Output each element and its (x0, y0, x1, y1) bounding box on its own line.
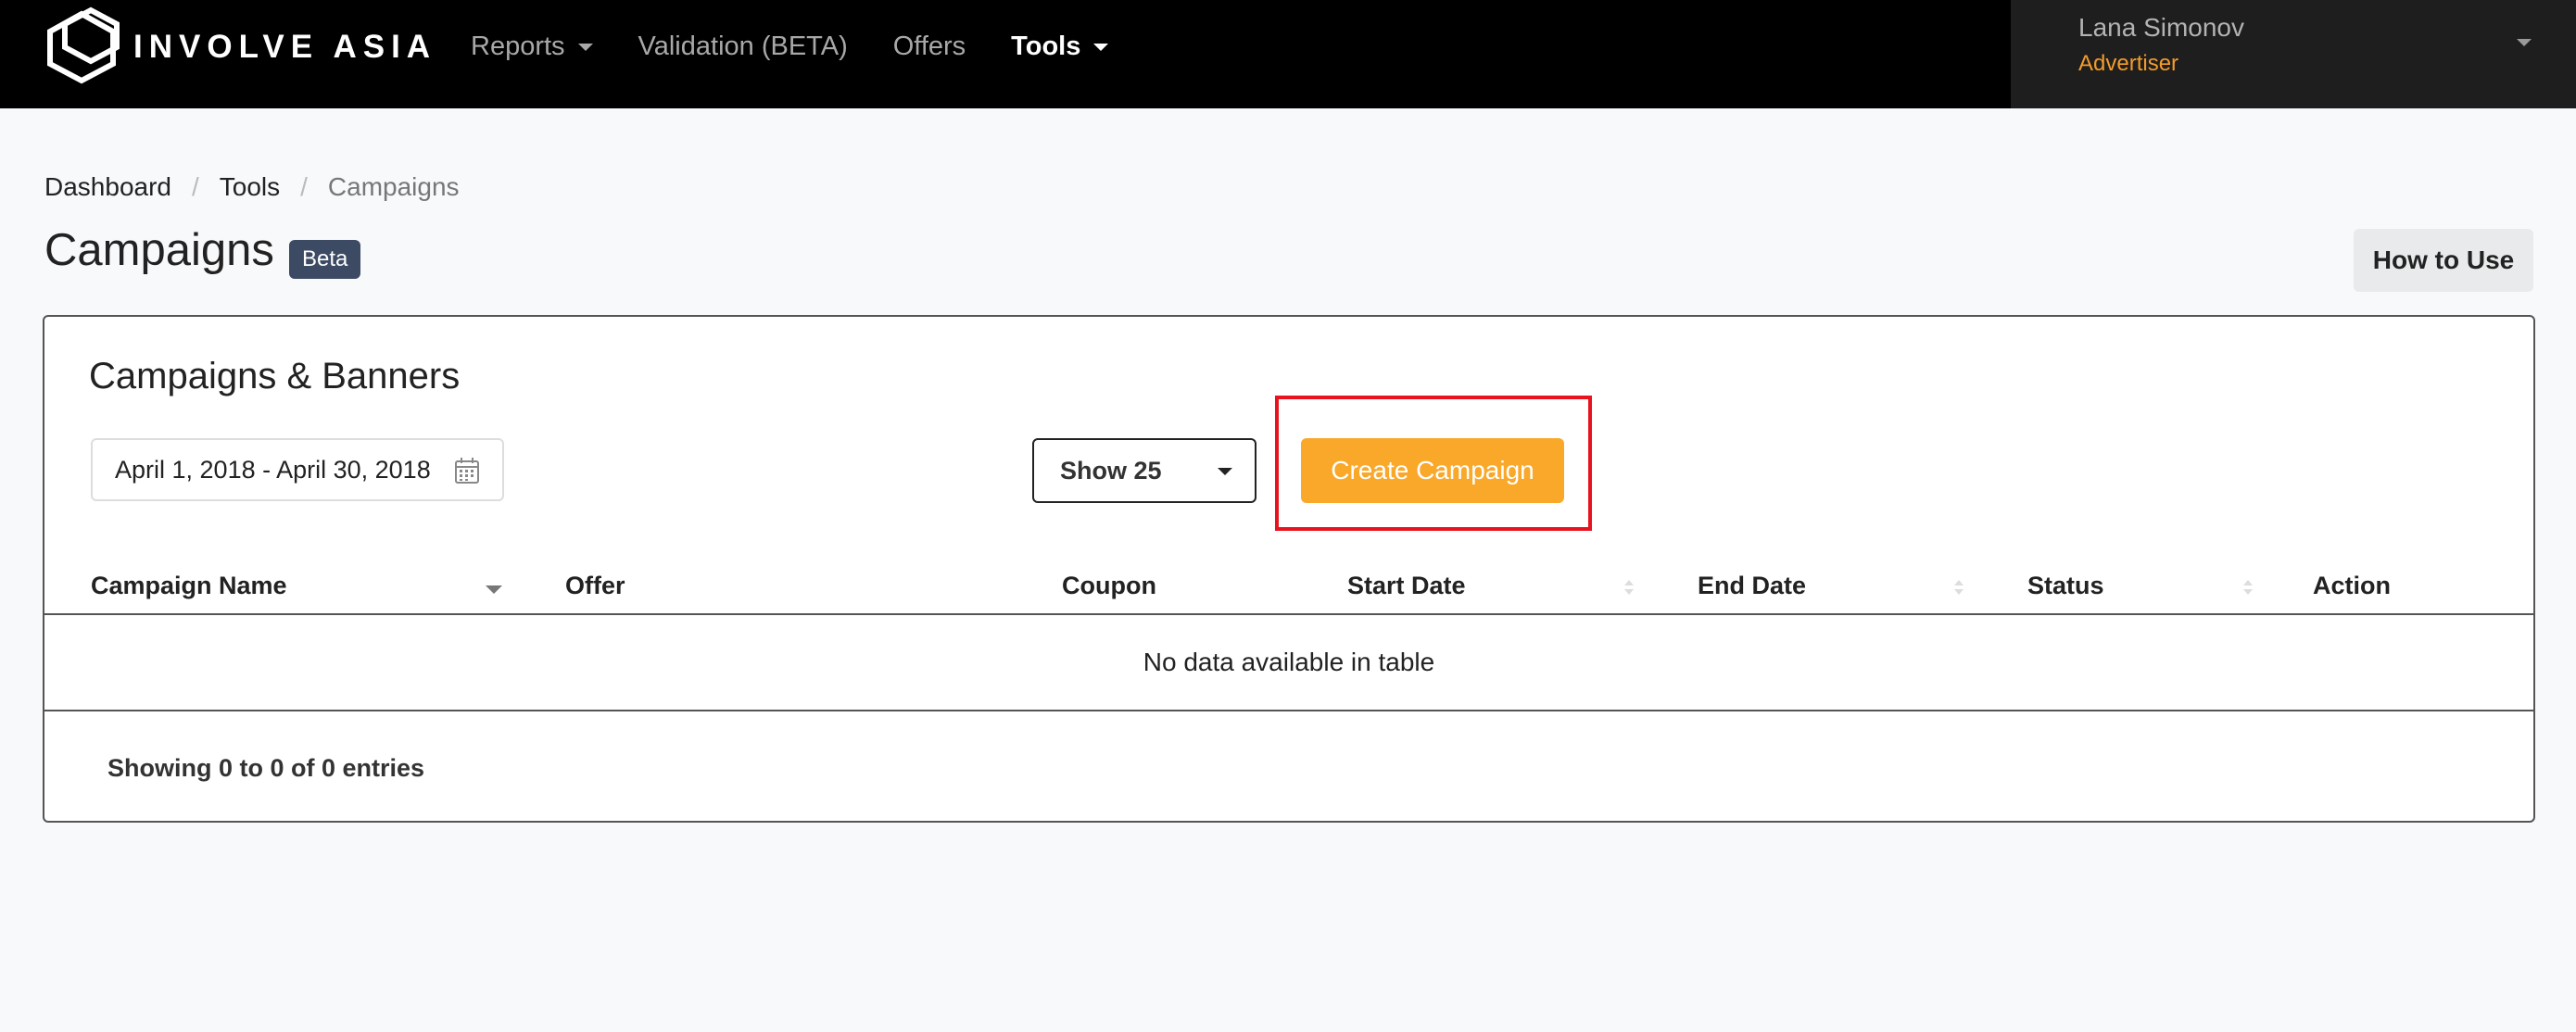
breadcrumb: Dashboard / Tools / Campaigns (44, 172, 460, 202)
page-title: Campaigns (44, 225, 274, 275)
highlight-box (1275, 396, 1592, 531)
user-name: Lana Simonov (2078, 13, 2245, 42)
nav-offers[interactable]: Offers (893, 31, 966, 62)
chevron-down-icon (577, 44, 593, 51)
chevron-down-icon (1093, 44, 1109, 51)
column-campaign-name[interactable]: Campaign Name (91, 558, 287, 613)
date-range-picker[interactable]: April 1, 2018 - April 30, 2018 (91, 438, 504, 501)
user-menu[interactable]: Lana Simonov Advertiser (2011, 0, 2576, 108)
nav-validation[interactable]: Validation (BETA) (638, 31, 848, 62)
breadcrumb-separator: / (300, 172, 308, 201)
brand-logo[interactable]: INVOLVE ASIA (43, 6, 437, 84)
table-info: Showing 0 to 0 of 0 entries (107, 754, 425, 782)
column-end-date[interactable]: End Date (1698, 558, 1806, 613)
card-title: Campaigns & Banners (89, 356, 461, 396)
top-navbar: INVOLVE ASIA Reports Validation (BETA) O… (0, 0, 2576, 108)
column-status[interactable]: Status (2027, 558, 2104, 613)
date-range-value: April 1, 2018 - April 30, 2018 (115, 455, 431, 484)
page-size-value: Show 25 (1060, 456, 1162, 485)
hexagon-cube-icon (47, 6, 120, 84)
breadcrumb-separator: / (191, 172, 199, 201)
nav-reports[interactable]: Reports (471, 31, 593, 62)
sort-desc-icon (486, 585, 502, 594)
sort-icon (1954, 580, 1964, 595)
table-empty-row: No data available in table (44, 615, 2533, 711)
sort-icon (2243, 580, 2253, 595)
breadcrumb-campaigns: Campaigns (327, 172, 460, 201)
brand-name: INVOLVE ASIA (133, 29, 437, 65)
nav-tools[interactable]: Tools (1011, 31, 1109, 62)
column-offer: Offer (565, 571, 625, 599)
beta-badge: Beta (289, 240, 361, 279)
column-coupon: Coupon (1062, 571, 1156, 599)
breadcrumb-tools[interactable]: Tools (220, 172, 280, 202)
sort-icon (1624, 580, 1634, 595)
main-nav: Reports Validation (BETA) Offers Tools (471, 26, 1154, 67)
calendar-icon (455, 458, 479, 484)
chevron-down-icon (2517, 39, 2532, 46)
column-start-date[interactable]: Start Date (1347, 558, 1466, 613)
campaigns-card: Campaigns & Banners April 1, 2018 - Apri… (43, 315, 2535, 823)
column-action: Action (2313, 571, 2391, 599)
page-size-select[interactable]: Show 25 (1032, 438, 1256, 503)
empty-message: No data available in table (1143, 648, 1435, 676)
breadcrumb-dashboard[interactable]: Dashboard (44, 172, 171, 202)
chevron-down-icon (1218, 468, 1232, 475)
how-to-use-button[interactable]: How to Use (2354, 229, 2533, 292)
table-header: Campaign Name Offer Coupon Start Date En… (44, 558, 2533, 615)
user-role: Advertiser (2078, 51, 2179, 76)
